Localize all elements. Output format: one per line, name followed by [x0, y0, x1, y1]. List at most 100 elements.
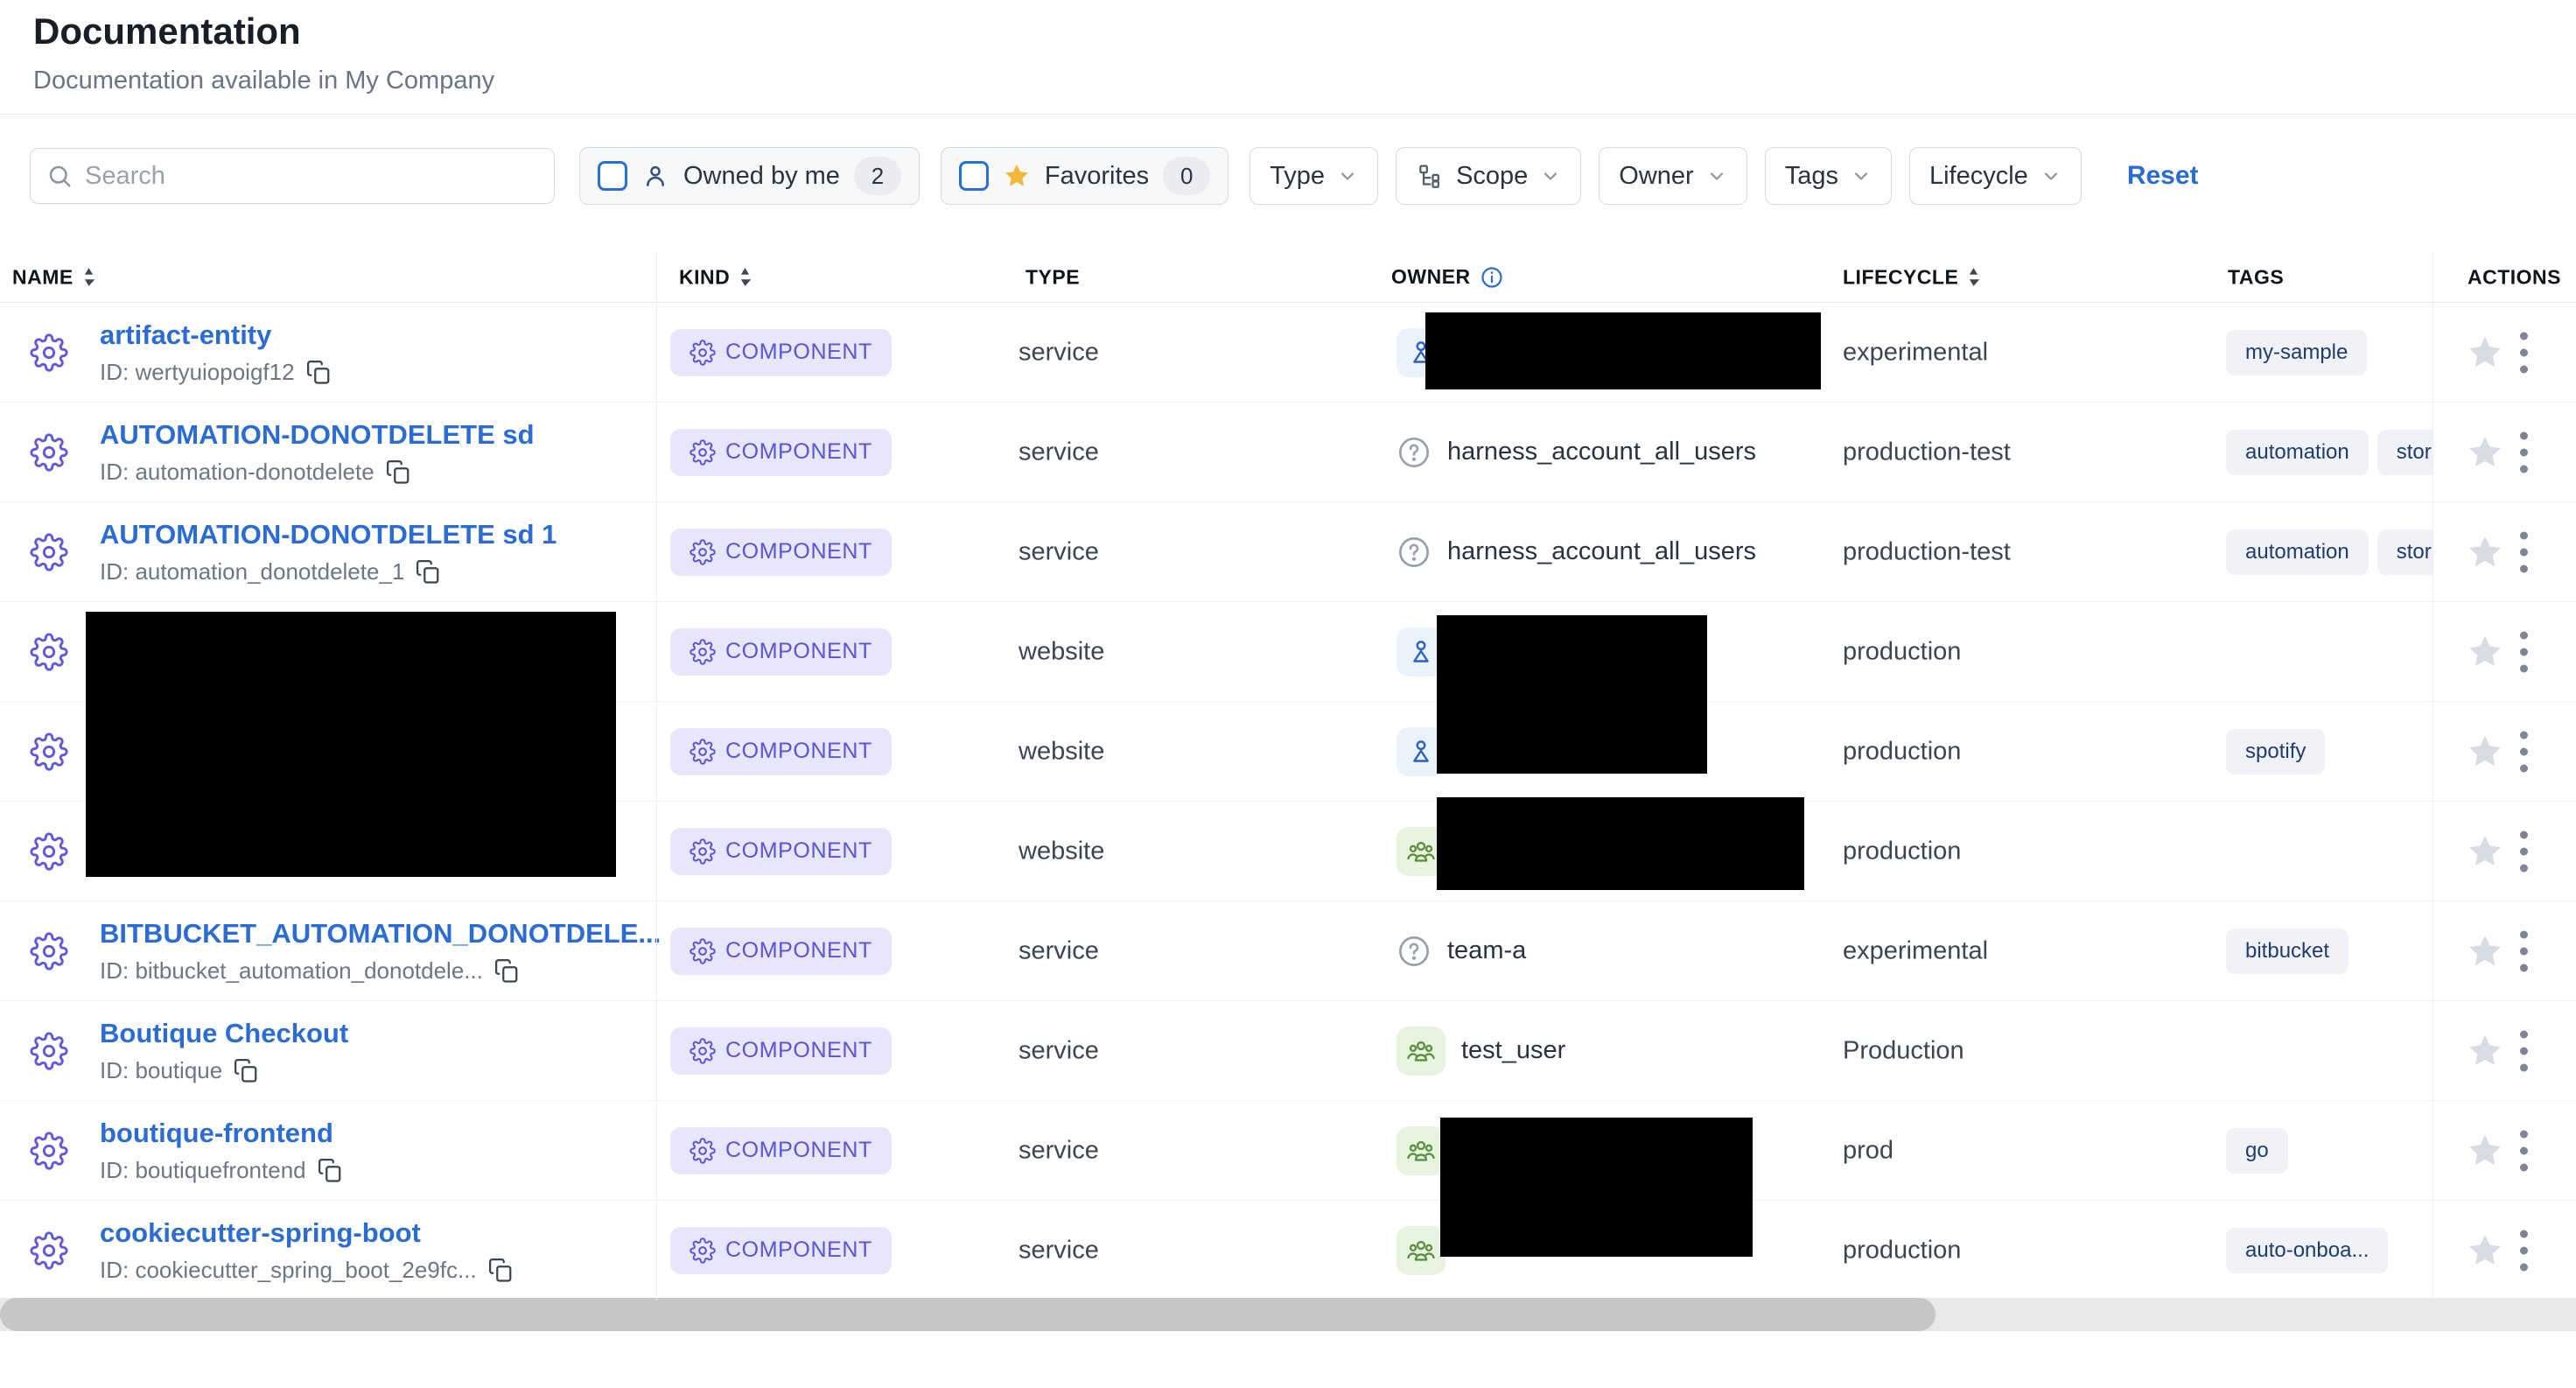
kind-cell: COMPONENT — [670, 329, 892, 376]
kind-chip-label: COMPONENT — [725, 1038, 872, 1063]
entity-name-link[interactable]: boutique-frontend — [100, 1118, 343, 1149]
copy-id-icon[interactable] — [305, 359, 332, 385]
entity-name-link[interactable]: cookiecutter-spring-boot — [100, 1217, 514, 1249]
favorite-star-button[interactable] — [2466, 533, 2504, 571]
kind-chip-label: COMPONENT — [725, 1138, 872, 1163]
lifecycle-cell: production-test — [1843, 438, 2011, 466]
lifecycle-dropdown[interactable]: Lifecycle — [1909, 147, 2082, 205]
kind-chip: COMPONENT — [670, 1127, 892, 1174]
favorites-checkbox[interactable] — [959, 161, 989, 191]
tag-chip: go — [2226, 1128, 2288, 1174]
chevron-down-icon — [1851, 165, 1872, 186]
owner-group-icon — [1396, 1027, 1446, 1076]
column-header-lifecycle[interactable]: LIFECYCLE — [1843, 265, 1980, 289]
entity-id: ID: automation-donotdelete — [100, 459, 374, 486]
entity-name-link[interactable]: AUTOMATION-DONOTDELETE sd — [100, 419, 535, 451]
component-gear-icon — [30, 333, 68, 372]
entity-name-link[interactable]: BITBUCKET_AUTOMATION_DONOTDELE... — [100, 918, 661, 950]
favorite-star-button[interactable] — [2466, 932, 2504, 971]
copy-id-icon[interactable] — [233, 1057, 259, 1083]
reset-button[interactable]: Reset — [2127, 161, 2199, 191]
type-cell: website — [1018, 737, 1104, 766]
column-header-kind[interactable]: KIND — [679, 265, 752, 289]
owner-cell — [1396, 1126, 1446, 1175]
copy-id-icon[interactable] — [385, 459, 411, 485]
row-menu-button[interactable] — [2516, 727, 2531, 775]
favorite-star-button[interactable] — [2466, 433, 2504, 472]
column-header-tags: TAGS — [2228, 265, 2284, 289]
column-header-name[interactable]: NAME — [12, 265, 95, 289]
row-menu-button[interactable] — [2516, 1226, 2531, 1274]
name-cell: AUTOMATION-DONOTDELETE sd 1 ID: automatio… — [100, 519, 556, 585]
row-menu-button[interactable] — [2516, 627, 2531, 676]
kind-chip: COMPONENT — [670, 1227, 892, 1274]
scope-dropdown[interactable]: Scope — [1396, 147, 1581, 205]
entity-id: ID: automation_donotdelete_1 — [100, 558, 404, 585]
favorite-star-button[interactable] — [2466, 832, 2504, 871]
kind-cell: COMPONENT — [670, 429, 892, 476]
copy-id-icon[interactable] — [415, 558, 441, 585]
kind-chip: COMPONENT — [670, 628, 892, 676]
favorite-star-button[interactable] — [2466, 733, 2504, 771]
component-gear-icon — [30, 832, 68, 871]
favorite-star-button[interactable] — [2466, 1231, 2504, 1270]
name-cell: cookiecutter-spring-boot ID: cookiecutter… — [100, 1217, 514, 1284]
favorite-star-button[interactable] — [2466, 633, 2504, 671]
row-menu-button[interactable] — [2516, 328, 2531, 376]
page-header: Documentation Documentation available in… — [0, 0, 2576, 115]
favorites-label: Favorites — [1045, 162, 1149, 191]
owned-by-me-filter[interactable]: Owned by me 2 — [579, 147, 920, 205]
copy-id-icon[interactable] — [317, 1157, 343, 1183]
search-box[interactable] — [30, 148, 555, 204]
row-menu-button[interactable] — [2516, 1027, 2531, 1075]
column-header-owner: OWNER — [1391, 265, 1504, 290]
entity-name-link[interactable]: artifact-entity — [100, 319, 332, 351]
row-menu-button[interactable] — [2516, 528, 2531, 576]
owner-dropdown[interactable]: Owner — [1599, 147, 1746, 205]
entity-name-link[interactable]: Boutique Checkout — [100, 1018, 348, 1049]
redacted-region — [1425, 312, 1821, 389]
tag-chip: automation — [2226, 430, 2369, 475]
entity-name-link[interactable]: AUTOMATION-DONOTDELETE sd 1 — [100, 519, 556, 550]
component-gear-icon — [30, 733, 68, 771]
column-label: TAGS — [2228, 265, 2284, 289]
favorite-star-button[interactable] — [2466, 333, 2504, 372]
tag-chip: stor — [2377, 430, 2432, 475]
favorite-star-button[interactable] — [2466, 1132, 2504, 1170]
kind-chip: COMPONENT — [670, 928, 892, 975]
column-label: OWNER — [1391, 265, 1471, 289]
catalog-page: Documentation Documentation available in… — [0, 0, 2576, 1388]
row-menu-button[interactable] — [2516, 428, 2531, 476]
scrollbar-thumb[interactable] — [0, 1298, 1936, 1331]
lifecycle-cell: production-test — [1843, 537, 2011, 566]
kind-chip: COMPONENT — [670, 529, 892, 576]
kind-cell: COMPONENT — [670, 1027, 892, 1075]
kind-chip-label: COMPONENT — [725, 938, 872, 964]
favorites-filter[interactable]: Favorites 0 — [941, 147, 1228, 205]
row-menu-button[interactable] — [2516, 1126, 2531, 1174]
copy-id-icon[interactable] — [494, 957, 520, 984]
owner-name: team-a — [1447, 936, 1526, 965]
table-row: Boutique CheckoutID: boutiqueCOMPONENTse… — [0, 1001, 2576, 1101]
kind-chip: COMPONENT — [670, 828, 892, 875]
row-menu-button[interactable] — [2516, 927, 2531, 975]
horizontal-scrollbar[interactable] — [0, 1298, 2576, 1331]
type-cell: service — [1018, 1136, 1099, 1165]
copy-id-icon[interactable] — [487, 1257, 514, 1283]
column-header-type: TYPE — [1026, 265, 1080, 289]
type-dropdown[interactable]: Type — [1250, 147, 1378, 205]
kind-chip: COMPONENT — [670, 728, 892, 775]
owned-by-me-checkbox[interactable] — [598, 161, 627, 191]
type-cell: service — [1018, 438, 1099, 466]
component-gear-icon — [30, 1231, 68, 1270]
row-menu-button[interactable] — [2516, 827, 2531, 875]
owner-unknown-icon — [1396, 927, 1432, 976]
search-input[interactable] — [85, 162, 538, 191]
owned-by-me-label: Owned by me — [683, 162, 840, 191]
component-gear-icon — [30, 433, 68, 472]
entity-id: ID: cookiecutter_spring_boot_2e9fc... — [100, 1257, 477, 1284]
tags-dropdown[interactable]: Tags — [1765, 147, 1892, 205]
favorite-star-button[interactable] — [2466, 1032, 2504, 1070]
column-header-actions: ACTIONS — [2468, 265, 2561, 289]
owner-unknown-icon — [1396, 428, 1432, 477]
